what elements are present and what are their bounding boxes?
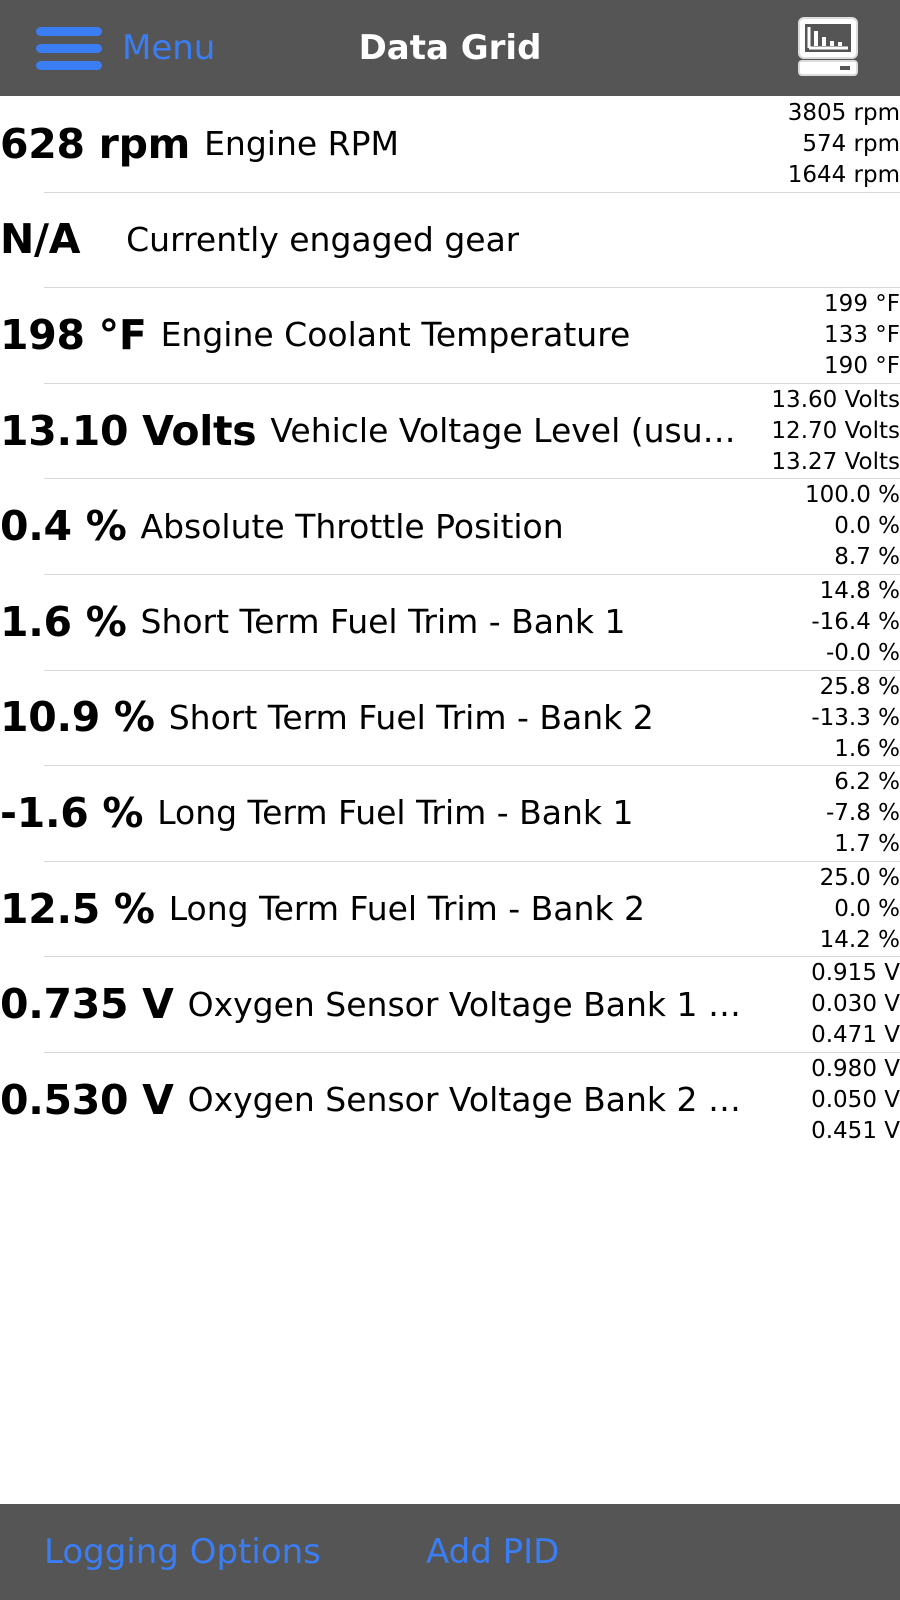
pid-row[interactable]: 198 °F Engine Coolant Temperature 199 °F 13… [0, 287, 900, 383]
pid-name: Engine Coolant Temperature [160, 315, 631, 355]
pid-row[interactable]: -1.6 % Long Term Fuel Trim - Bank 1 6.2 % -… [0, 765, 900, 861]
pid-current-value: 0.735 V [0, 980, 174, 1029]
hamburger-icon [36, 24, 104, 72]
pid-stats: 13.60 Volts 12.70 Volts 13.27 Volts [740, 385, 900, 478]
pid-stats: 199 °F 133 °F 190 °F [740, 289, 900, 382]
pid-stats: 6.2 % -7.8 % 1.7 % [740, 767, 900, 860]
pid-row-main: 198 °F Engine Coolant Temperature [0, 287, 630, 383]
pid-stat-max: 100.0 % [804, 482, 900, 509]
pid-row-main: 628 rpm Engine RPM [0, 96, 399, 192]
pid-stat-avg: -0.0 % [825, 639, 900, 666]
pid-stats: 25.8 % -13.3 % 1.6 % [740, 672, 900, 765]
pid-row-main: 0.530 V Oxygen Sensor Voltage Bank 2 - S.… [0, 1052, 744, 1148]
pid-stat-min: -7.8 % [825, 800, 900, 827]
pid-stats: 0.980 V 0.050 V 0.451 V [740, 1054, 900, 1147]
pid-stat-min: 0.030 V [811, 991, 900, 1018]
pid-name: Short Term Fuel Trim - Bank 2 [168, 697, 654, 737]
pid-row[interactable]: 10.9 % Short Term Fuel Trim - Bank 2 25.8 … [0, 669, 900, 766]
pid-row-main: N/A Currently engaged gear [0, 192, 519, 288]
add-pid-button[interactable]: Add PID [426, 1504, 559, 1600]
pid-row[interactable]: 0.530 V Oxygen Sensor Voltage Bank 2 - S.… [0, 1051, 900, 1148]
pid-stat-avg: 1.6 % [834, 735, 900, 762]
pid-stat-min: 12.70 Volts [771, 417, 900, 444]
pid-row[interactable]: 13.10 Volts Vehicle Voltage Level (usuall… [0, 382, 900, 479]
pid-stat-max: 13.60 Volts [771, 386, 900, 413]
pid-row[interactable]: 1.6 % Short Term Fuel Trim - Bank 1 14.8 %… [0, 573, 900, 670]
app-screen: Menu Data Grid 628 rpm Engine RPM 3805 rpm… [0, 0, 900, 1600]
pid-stat-min: 574 rpm [802, 131, 900, 157]
pid-current-value: N/A [0, 215, 81, 264]
pid-stat-avg: 0.451 V [811, 1117, 900, 1144]
pid-stat-max: 6.2 % [834, 769, 900, 796]
pid-stat-max: 3805 rpm [787, 100, 900, 126]
pid-stat-min: 0.0 % [834, 513, 900, 540]
pid-current-value: 0.530 V [0, 1075, 174, 1124]
pid-row[interactable]: N/A Currently engaged gear [0, 191, 900, 288]
pid-stat-avg: 14.2 % [819, 926, 900, 953]
pid-row-main: 0.735 V Oxygen Sensor Voltage Bank 1 - S.… [0, 956, 744, 1052]
pid-row-main: 0.4 % Absolute Throttle Position [0, 478, 564, 574]
pid-stat-max: 0.915 V [811, 960, 900, 987]
pid-stat-max: 25.0 % [819, 864, 900, 891]
pid-stats: 14.8 % -16.4 % -0.0 % [740, 576, 900, 669]
top-navigation-bar: Menu Data Grid [0, 0, 900, 96]
pid-current-value: 198 °F [0, 310, 147, 359]
pid-current-value: 13.10 Volts [0, 406, 257, 455]
pid-name: Currently engaged gear [126, 219, 520, 259]
pid-current-value: 10.9 % [0, 693, 155, 742]
pid-name: Engine RPM [204, 124, 399, 164]
pid-current-value: 628 rpm [0, 119, 191, 168]
pid-stat-avg: 1644 rpm [787, 162, 900, 188]
pid-current-value: 1.6 % [0, 597, 127, 646]
pid-row-main: 12.5 % Long Term Fuel Trim - Bank 2 [0, 861, 645, 957]
pid-current-value: 12.5 % [0, 884, 155, 933]
pid-name: Oxygen Sensor Voltage Bank 1 - S... [187, 984, 744, 1024]
pid-stats: 0.915 V 0.030 V 0.471 V [740, 958, 900, 1051]
pid-stats: 100.0 % 0.0 % 8.7 % [740, 480, 900, 573]
pid-current-value: 0.4 % [0, 502, 127, 551]
pid-stat-avg: 13.27 Volts [771, 448, 900, 475]
pid-stat-max: 25.8 % [819, 673, 900, 700]
pid-data-list: 628 rpm Engine RPM 3805 rpm 574 rpm 1644 rpm… [0, 96, 900, 1148]
pid-row-main: 10.9 % Short Term Fuel Trim - Bank 2 [0, 670, 654, 766]
pid-name: Oxygen Sensor Voltage Bank 2 - S... [187, 1080, 744, 1120]
pid-stats: 3805 rpm 574 rpm 1644 rpm [740, 98, 900, 191]
pid-stat-min: 133 °F [824, 322, 900, 349]
pid-stat-avg: 1.7 % [834, 831, 900, 858]
pid-stat-max: 0.980 V [811, 1055, 900, 1082]
pid-name: Short Term Fuel Trim - Bank 1 [140, 602, 626, 642]
pid-stat-min: -16.4 % [811, 608, 900, 635]
pid-stat-avg: 190 °F [824, 353, 900, 380]
logging-options-button[interactable]: Logging Options [44, 1504, 321, 1600]
bottom-toolbar: Logging Options Add PID [0, 1504, 900, 1600]
pid-name: Long Term Fuel Trim - Bank 2 [168, 889, 646, 929]
pid-stat-min: 0.050 V [811, 1086, 900, 1113]
pid-stat-min: 0.0 % [834, 895, 900, 922]
pid-row[interactable]: 12.5 % Long Term Fuel Trim - Bank 2 25.0 %… [0, 860, 900, 957]
pid-row-main: 13.10 Volts Vehicle Voltage Level (usuall… [0, 383, 744, 479]
pid-row-main: -1.6 % Long Term Fuel Trim - Bank 1 [0, 765, 634, 861]
pid-name: Vehicle Voltage Level (usually… [270, 411, 745, 451]
pid-current-value: -1.6 % [0, 788, 144, 837]
pid-row-main: 1.6 % Short Term Fuel Trim - Bank 1 [0, 574, 626, 670]
pid-name: Long Term Fuel Trim - Bank 1 [157, 793, 634, 833]
pid-name: Absolute Throttle Position [140, 506, 564, 546]
pid-row[interactable]: 0.735 V Oxygen Sensor Voltage Bank 1 - S.… [0, 956, 900, 1052]
pid-stat-min: -13.3 % [811, 704, 900, 731]
menu-label: Menu [122, 28, 216, 68]
pid-row[interactable]: 628 rpm Engine RPM 3805 rpm 574 rpm 1644 rpm [0, 96, 900, 192]
dashboard-monitor-icon[interactable] [796, 16, 860, 78]
pid-row[interactable]: 0.4 % Absolute Throttle Position 100.0 % 0.… [0, 478, 900, 574]
menu-button[interactable]: Menu [36, 20, 215, 76]
pid-stat-avg: 8.7 % [834, 544, 900, 571]
pid-stat-max: 14.8 % [819, 577, 900, 604]
pid-stats: 25.0 % 0.0 % 14.2 % [740, 863, 900, 956]
pid-stat-max: 199 °F [824, 291, 900, 318]
pid-stat-avg: 0.471 V [811, 1022, 900, 1049]
